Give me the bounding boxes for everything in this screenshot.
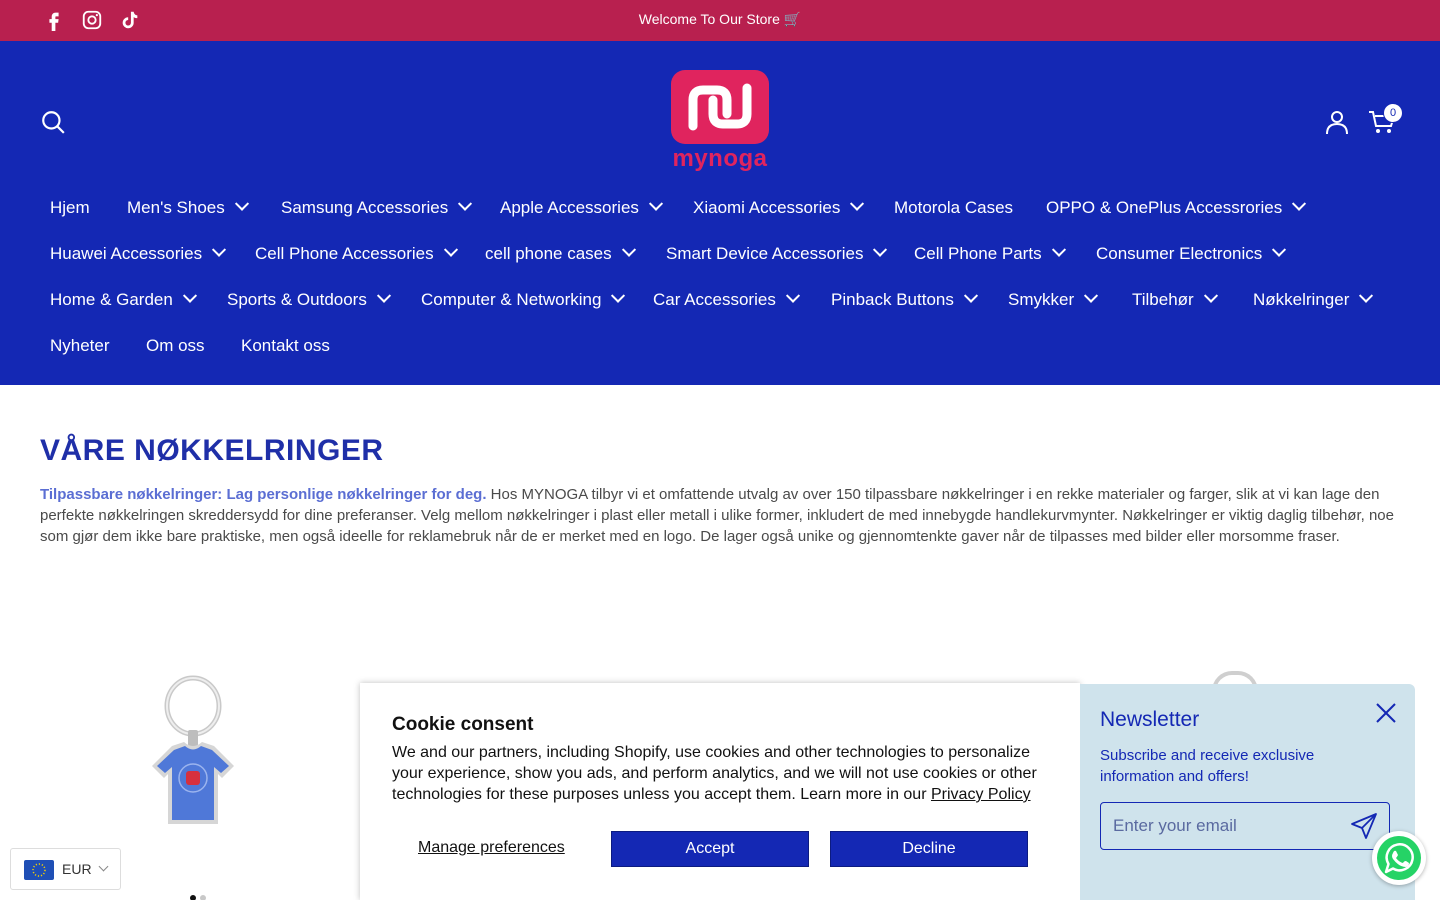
cookie-consent-dialog: Cookie consent We and our partners, incl… — [360, 683, 1080, 900]
chevron-down-icon — [234, 196, 249, 211]
nav-item-smart-device-accessories[interactable]: Smart Device Accessories — [666, 239, 888, 269]
nav-item-huawei-accessories[interactable]: Huawei Accessories — [50, 239, 227, 269]
chevron-down-icon — [1084, 288, 1099, 303]
nav-item-om-oss[interactable]: Om oss — [146, 331, 205, 361]
announcement-bar: Welcome To Our Store 🛒 — [0, 0, 1440, 41]
chevron-down-icon — [785, 288, 800, 303]
cart-count-badge: 0 — [1383, 103, 1403, 123]
page-title: VÅRE NØKKELRINGER — [40, 434, 384, 467]
chevron-down-icon — [648, 196, 663, 211]
chevron-down-icon — [1292, 196, 1307, 211]
account-icon[interactable] — [1325, 109, 1349, 135]
currency-selector[interactable]: EUR — [10, 848, 121, 890]
facebook-icon[interactable] — [43, 9, 65, 31]
chevron-down-icon — [1203, 288, 1218, 303]
collection-description: Tilpassbare nøkkelringer: Lag personlige… — [40, 484, 1405, 547]
chevron-down-icon — [443, 242, 458, 257]
decline-button[interactable]: Decline — [830, 831, 1028, 867]
logo-mark — [671, 70, 769, 144]
carousel-dot[interactable] — [200, 895, 206, 900]
newsletter-title: Newsletter — [1100, 708, 1200, 731]
chevron-down-icon — [850, 196, 865, 211]
cookie-body: We and our partners, including Shopify, … — [392, 744, 1037, 803]
carousel-dot[interactable] — [190, 895, 196, 900]
chevron-down-icon — [1272, 242, 1287, 257]
newsletter-popup: Newsletter Subscribe and receive exclusi… — [1080, 684, 1415, 900]
chevron-down-icon — [458, 196, 473, 211]
intro-bold-text: Tilpassbare nøkkelringer: Lag personlige… — [40, 486, 487, 503]
nav-item-apple-accessories[interactable]: Apple Accessories — [500, 193, 663, 223]
nav-item-home-garden[interactable]: Home & Garden — [50, 285, 197, 315]
accept-button[interactable]: Accept — [611, 831, 809, 867]
nav-item-consumer-electronics[interactable]: Consumer Electronics — [1096, 239, 1287, 269]
nav-item-cell-phone-parts[interactable]: Cell Phone Parts — [914, 239, 1066, 269]
nav-item-xiaomi-accessories[interactable]: Xiaomi Accessories — [693, 193, 865, 223]
nav-item-mens-shoes[interactable]: Men's Shoes — [127, 193, 249, 223]
product-image-dots[interactable] — [190, 895, 206, 900]
nav-item-nyheter[interactable]: Nyheter — [50, 331, 110, 361]
eu-flag-icon — [24, 860, 54, 880]
chevron-down-icon — [376, 288, 391, 303]
nav-item-oppo-oneplus[interactable]: OPPO & OnePlus Accessrories — [1046, 193, 1307, 223]
chevron-down-icon — [182, 288, 197, 303]
email-field[interactable] — [1100, 802, 1390, 850]
logo[interactable]: mynoga — [670, 70, 770, 174]
privacy-policy-link[interactable]: Privacy Policy — [931, 786, 1031, 803]
logo-text: mynoga — [672, 145, 768, 172]
currency-label: EUR — [62, 861, 92, 877]
nav-item-nokkelringer[interactable]: Nøkkelringer — [1253, 285, 1374, 315]
product-image-keyring[interactable] — [150, 674, 236, 830]
nav-item-computer-networking[interactable]: Computer & Networking — [421, 285, 626, 315]
search-icon[interactable] — [40, 109, 66, 135]
announcement-text: Welcome To Our Store 🛒 — [638, 11, 802, 27]
cookie-title: Cookie consent — [392, 714, 534, 735]
chevron-down-icon — [98, 861, 109, 872]
instagram-icon[interactable] — [81, 9, 103, 31]
chevron-down-icon — [621, 242, 636, 257]
nav-item-hjem[interactable]: Hjem — [50, 193, 90, 223]
tiktok-icon[interactable] — [119, 9, 141, 31]
chevron-down-icon — [963, 288, 978, 303]
nav-item-smykker[interactable]: Smykker — [1008, 285, 1099, 315]
whatsapp-icon[interactable] — [1372, 831, 1426, 885]
nav-item-motorola-cases[interactable]: Motorola Cases — [894, 193, 1013, 223]
chevron-down-icon — [1051, 242, 1066, 257]
close-icon[interactable] — [1374, 701, 1398, 725]
nav-item-cell-phone-cases[interactable]: cell phone cases — [485, 239, 636, 269]
chevron-down-icon — [1359, 288, 1374, 303]
nav-item-car-accessories[interactable]: Car Accessories — [653, 285, 800, 315]
newsletter-text: Subscribe and receive exclusive informat… — [1100, 747, 1315, 785]
manage-preferences-link[interactable]: Manage preferences — [418, 839, 565, 857]
nav-item-kontakt-oss[interactable]: Kontakt oss — [241, 331, 330, 361]
nav-item-sports-outdoors[interactable]: Sports & Outdoors — [227, 285, 391, 315]
nav-item-tilbehor[interactable]: Tilbehør — [1132, 285, 1218, 315]
nav-item-cell-phone-accessories[interactable]: Cell Phone Accessories — [255, 239, 458, 269]
chevron-down-icon — [873, 242, 888, 257]
nav-item-samsung-accessories[interactable]: Samsung Accessories — [281, 193, 473, 223]
chevron-down-icon — [611, 288, 626, 303]
chevron-down-icon — [212, 242, 227, 257]
nav-item-pinback-buttons[interactable]: Pinback Buttons — [831, 285, 978, 315]
